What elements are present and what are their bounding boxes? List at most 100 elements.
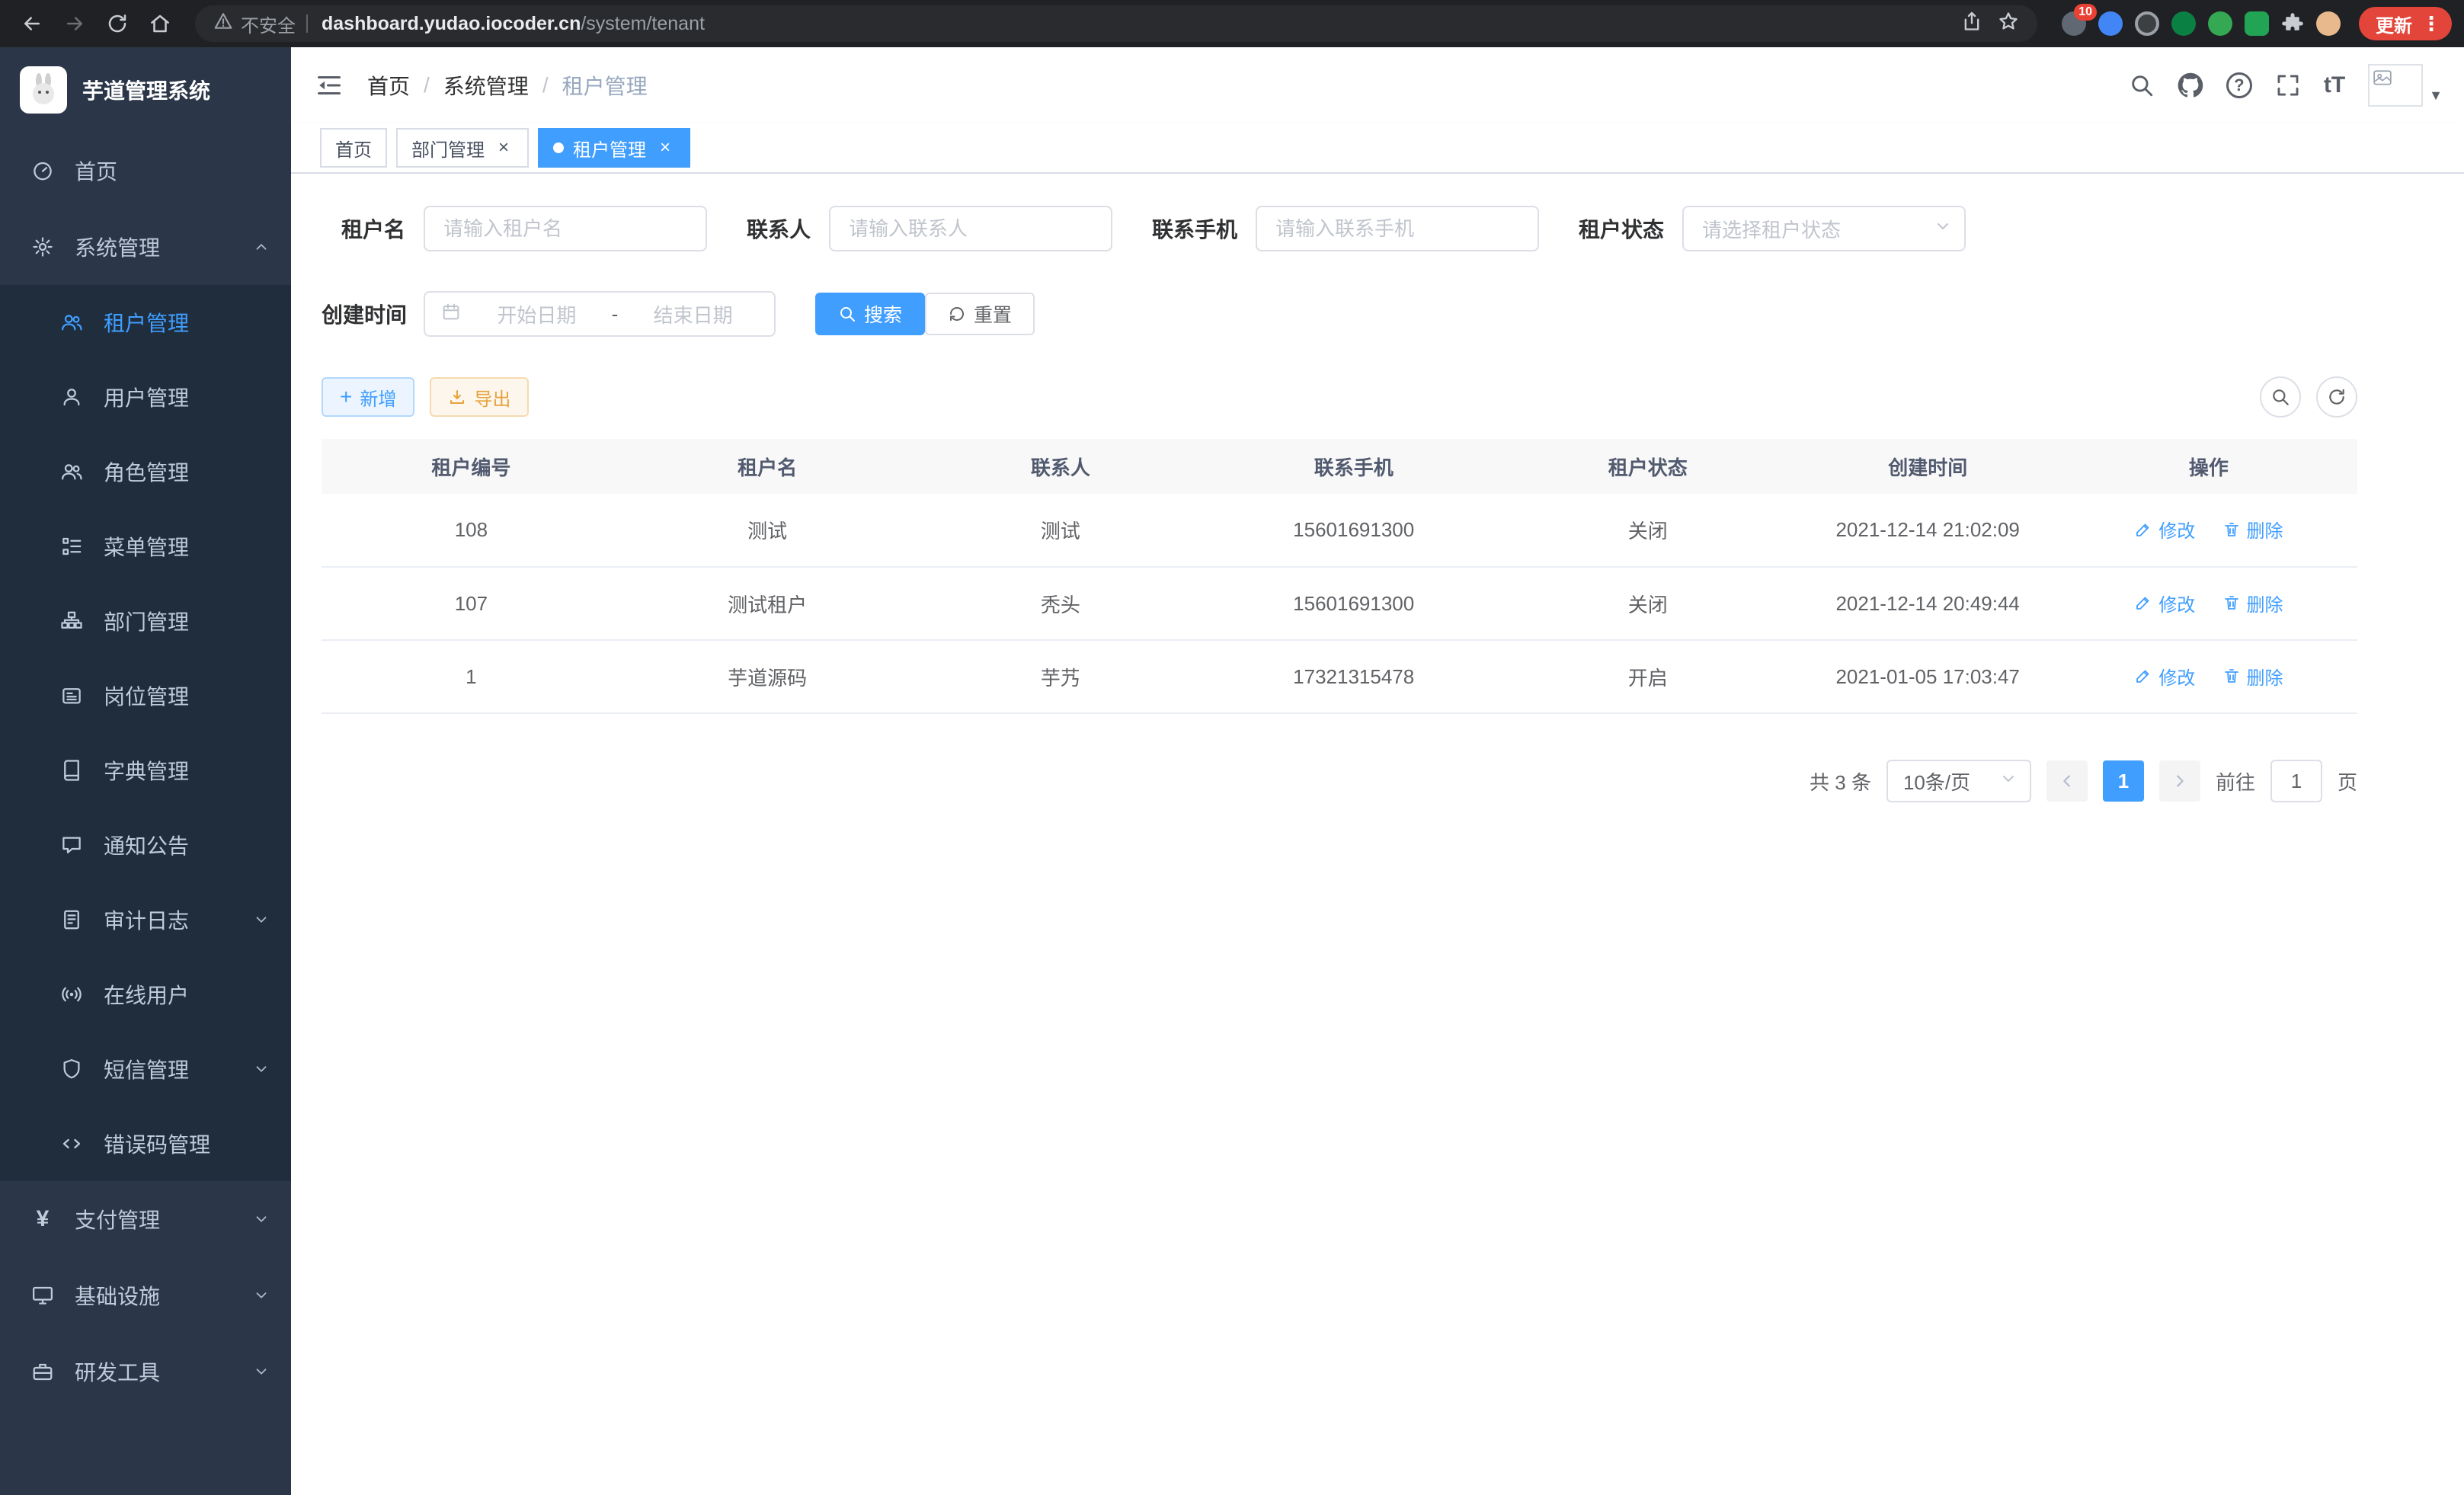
back-icon[interactable] xyxy=(12,4,52,43)
browser-update-button[interactable]: 更新 ⋮ xyxy=(2359,7,2452,40)
add-button-label: 新增 xyxy=(360,384,396,411)
user-avatar-menu[interactable]: ▼ xyxy=(2368,64,2443,107)
security-warning-icon[interactable] xyxy=(213,11,233,37)
cell-contact: 测试 xyxy=(914,494,1208,567)
tab-close-icon[interactable]: × xyxy=(655,138,675,158)
breadcrumb-home[interactable]: 首页 xyxy=(367,70,410,101)
sidebar-item-label: 研发工具 xyxy=(75,1356,160,1387)
sidebar-toggle-icon[interactable] xyxy=(291,47,367,123)
tenant-name-input[interactable] xyxy=(424,206,707,251)
sidebar-item-devtools[interactable]: 研发工具 xyxy=(0,1333,291,1410)
extension-icon-ring[interactable] xyxy=(2135,11,2159,36)
goto-page-input[interactable] xyxy=(2270,760,2322,802)
contact-input[interactable] xyxy=(829,206,1112,251)
tab-home[interactable]: 首页 xyxy=(320,128,387,168)
cell-status: 开启 xyxy=(1500,640,1795,713)
filter-label: 租户名 xyxy=(322,213,405,244)
extension-badge: 10 xyxy=(2074,4,2097,21)
forward-icon[interactable] xyxy=(55,4,94,43)
column-header: 联系人 xyxy=(914,439,1208,494)
breadcrumb-system[interactable]: 系统管理 xyxy=(443,70,529,101)
browser-profile-avatar[interactable] xyxy=(2316,11,2341,36)
extension-icon-darkgreen[interactable] xyxy=(2171,11,2196,36)
delete-link[interactable]: 删除 xyxy=(2222,663,2283,690)
table-row: 1 芋道源码 芋艿 17321315478 开启 2021-01-05 17:0… xyxy=(322,640,2357,713)
cell-actions: 修改 删除 xyxy=(2060,567,2357,640)
search-button[interactable]: 搜索 xyxy=(815,293,925,335)
kebab-menu-icon[interactable]: ⋮ xyxy=(2421,14,2441,34)
help-icon[interactable]: ? xyxy=(2226,72,2252,98)
sidebar-item-tenant[interactable]: 租户管理 xyxy=(0,285,291,360)
sidebar-item-post[interactable]: 岗位管理 xyxy=(0,658,291,733)
system-submenu: 租户管理 用户管理 角色管理 菜单管理 xyxy=(0,285,291,1181)
cell-phone: 15601691300 xyxy=(1207,494,1500,567)
reset-button[interactable]: 重置 xyxy=(925,293,1035,335)
add-button[interactable]: + 新增 xyxy=(322,377,414,417)
table-row: 108 测试 测试 15601691300 关闭 2021-12-14 21:0… xyxy=(322,494,2357,567)
sidebar-item-role[interactable]: 角色管理 xyxy=(0,434,291,509)
tab-active-dot xyxy=(553,142,564,153)
edit-link[interactable]: 修改 xyxy=(2134,663,2195,690)
prev-page-button[interactable] xyxy=(2046,760,2088,802)
sidebar-item-audit-log[interactable]: 审计日志 xyxy=(0,882,291,957)
sidebar-item-notice[interactable]: 通知公告 xyxy=(0,808,291,882)
address-bar[interactable]: 不安全 dashboard.yudao.iocoder.cn/system/te… xyxy=(195,5,2037,42)
tab-dept[interactable]: 部门管理 × xyxy=(396,128,529,168)
extension-icon-badged[interactable]: 10 xyxy=(2062,11,2086,36)
sidebar-item-label: 在线用户 xyxy=(104,979,189,1010)
sidebar-item-label: 基础设施 xyxy=(75,1280,160,1311)
date-start-placeholder: 开始日期 xyxy=(471,300,603,328)
fullscreen-icon[interactable] xyxy=(2275,72,2301,98)
sidebar-item-sms[interactable]: 短信管理 xyxy=(0,1032,291,1106)
chevron-down-icon xyxy=(1999,770,2018,793)
sidebar-item-dict[interactable]: 字典管理 xyxy=(0,733,291,808)
page-number-current[interactable]: 1 xyxy=(2103,760,2144,802)
export-button[interactable]: 导出 xyxy=(430,377,529,417)
cell-created: 2021-01-05 17:03:47 xyxy=(1796,640,2060,713)
search-icon[interactable] xyxy=(2129,72,2155,98)
edit-link[interactable]: 修改 xyxy=(2134,590,2195,616)
tab-close-icon[interactable]: × xyxy=(494,138,514,158)
calendar-icon xyxy=(440,301,462,328)
sidebar-item-system[interactable]: 系统管理 xyxy=(0,209,291,285)
table-row: 107 测试租户 秃头 15601691300 关闭 2021-12-14 20… xyxy=(322,567,2357,640)
date-range-picker[interactable]: 开始日期 - 结束日期 xyxy=(424,291,776,337)
extension-icon-green-square[interactable] xyxy=(2245,11,2269,36)
reload-icon[interactable] xyxy=(98,4,137,43)
sidebar-item-user[interactable]: 用户管理 xyxy=(0,360,291,434)
edit-link[interactable]: 修改 xyxy=(2134,516,2195,543)
bookmark-star-icon[interactable] xyxy=(1998,11,2019,37)
status-select[interactable]: 请选择租户状态 xyxy=(1682,206,1966,251)
filter-label: 联系手机 xyxy=(1152,213,1237,244)
extension-icon-green[interactable] xyxy=(2208,11,2232,36)
sidebar-item-menu[interactable]: 菜单管理 xyxy=(0,509,291,584)
sidebar-item-dept[interactable]: 部门管理 xyxy=(0,584,291,658)
tab-label: 首页 xyxy=(335,135,372,162)
sidebar-item-error-code[interactable]: 错误码管理 xyxy=(0,1106,291,1181)
sidebar-item-payment[interactable]: ¥ 支付管理 xyxy=(0,1181,291,1257)
delete-link[interactable]: 删除 xyxy=(2222,590,2283,616)
toggle-search-button[interactable] xyxy=(2260,376,2301,418)
message-icon xyxy=(59,834,84,856)
github-icon[interactable] xyxy=(2178,72,2203,98)
filter-tenant-name: 租户名 xyxy=(322,206,707,251)
sidebar-item-home[interactable]: 首页 xyxy=(0,133,291,209)
tab-tenant[interactable]: 租户管理 × xyxy=(538,128,690,168)
app-logo[interactable]: 芋道管理系统 xyxy=(0,47,291,133)
share-icon[interactable] xyxy=(1961,11,1982,37)
delete-link[interactable]: 删除 xyxy=(2222,516,2283,543)
extensions-puzzle-icon[interactable] xyxy=(2281,12,2304,35)
page-size-select[interactable]: 10条/页 xyxy=(1886,760,2031,802)
next-page-button[interactable] xyxy=(2159,760,2200,802)
home-icon[interactable] xyxy=(140,4,180,43)
edit-label: 修改 xyxy=(2158,663,2195,690)
phone-input[interactable] xyxy=(1256,206,1539,251)
font-size-icon[interactable]: tT xyxy=(2324,72,2345,98)
sidebar-item-infra[interactable]: 基础设施 xyxy=(0,1257,291,1333)
sidebar-item-online-user[interactable]: 在线用户 xyxy=(0,957,291,1032)
badge-icon xyxy=(59,684,84,707)
refresh-button[interactable] xyxy=(2316,376,2357,418)
chevron-down-icon xyxy=(253,1287,270,1304)
extension-icon-blue[interactable] xyxy=(2098,11,2123,36)
status-select-placeholder: 请选择租户状态 xyxy=(1702,215,1841,243)
